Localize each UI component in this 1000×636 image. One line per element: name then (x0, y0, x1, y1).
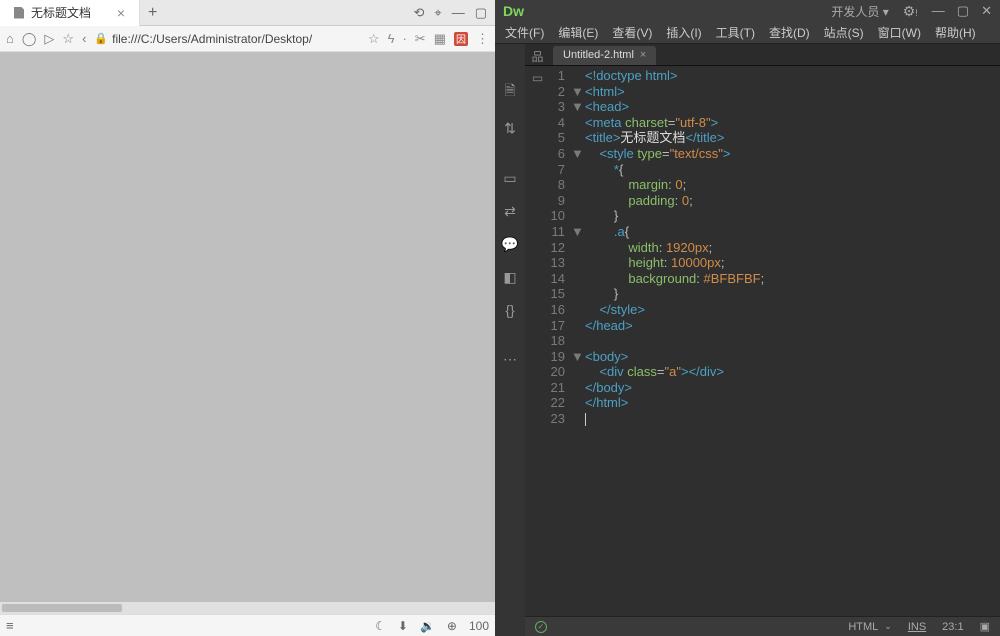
tool-file-icon[interactable]: 🗎 (504, 80, 515, 104)
sep: · (402, 31, 406, 46)
menu-site[interactable]: 站点(S) (824, 24, 864, 41)
menu-window[interactable]: 窗口(W) (878, 24, 921, 41)
menu-insert[interactable]: 插入(I) (666, 24, 701, 41)
lock-icon: 🔒 (94, 32, 108, 45)
caret (585, 413, 586, 426)
menu-help[interactable]: 帮助(H) (935, 24, 976, 41)
status-pos: 23:1 (942, 621, 963, 633)
qr-icon[interactable]: ▦ (434, 31, 446, 47)
menu-tools[interactable]: 工具(T) (716, 24, 755, 41)
menu-edit[interactable]: 编辑(E) (558, 24, 598, 41)
back-icon[interactable]: ‹ (82, 31, 86, 46)
zoom-value: 100 (469, 619, 489, 633)
tool-code-icon[interactable]: {} (505, 302, 514, 318)
browser-hscrollbar[interactable] (0, 602, 495, 614)
menu-file[interactable]: 文件(F) (505, 24, 544, 41)
tool-comment-icon[interactable]: 💬 (501, 236, 518, 253)
tool-filter-icon[interactable]: ⇅ (504, 120, 516, 137)
preview-icon[interactable]: ▭ (532, 71, 543, 85)
win-maximize-icon[interactable]: ▢ (957, 3, 969, 19)
menu-icon[interactable]: ≡ (6, 618, 14, 633)
tab-title: 无标题文档 (31, 4, 91, 21)
win-minimize-icon[interactable]: — (932, 3, 945, 19)
scroll-thumb[interactable] (2, 604, 122, 612)
more-icon[interactable]: ⋮ (476, 31, 489, 47)
new-tab-button[interactable]: + (140, 4, 165, 22)
stop-icon[interactable]: ▷ (44, 31, 54, 47)
browser-pane: 无标题文档 × + ⟲ ⌖ — ▢ ⌂ ◯ ▷ ☆ ‹ 🔒 file:///C:… (0, 0, 495, 636)
volume-icon[interactable]: 🔉 (420, 619, 435, 633)
file-tab-row: 品 ▭ Untitled-2.html × (525, 44, 1000, 66)
dw-vertical-toolbar: 🗎 ⇅ ▭ ⇄ 💬 ◧ {} ⋯ (495, 44, 525, 636)
dw-statusbar: ✓ HTML⌄ INS 23:1 ▣ (525, 616, 1000, 636)
win-close-icon[interactable]: ✕ (981, 3, 992, 19)
file-tab-close-icon[interactable]: × (640, 49, 646, 61)
dw-titlebar: Dw 开发人员 ▾ ⚙! — ▢ ✕ (495, 0, 1000, 22)
line-gutter: 1234567891011121314151617181920212223 (525, 68, 571, 616)
page-icon (14, 7, 24, 19)
menu-find[interactable]: 查找(D) (769, 24, 810, 41)
bolt-icon[interactable]: ϟ (388, 31, 395, 46)
status-ok-icon[interactable]: ✓ (535, 621, 547, 633)
dreamweaver-pane: Dw 开发人员 ▾ ⚙! — ▢ ✕ 文件(F) 编辑(E) 查看(V) 插入(… (495, 0, 1000, 636)
tool-device-icon[interactable]: ▭ (503, 170, 516, 187)
addr-right-icons: ☆ ϟ · ✂ ▦ 因 ⋮ (368, 31, 489, 47)
file-tab-label: Untitled-2.html (563, 49, 634, 61)
status-lang[interactable]: HTML (848, 621, 878, 633)
compass-icon[interactable]: ⌖ (434, 5, 441, 21)
editor-area: 品 ▭ Untitled-2.html × 123456789101112131… (525, 44, 1000, 636)
minimize-icon[interactable]: — (452, 5, 465, 21)
star-icon[interactable]: ☆ (62, 31, 74, 47)
url-text: file:///C:/Users/Administrator/Desktop/ (112, 32, 312, 46)
split-icon[interactable]: 品 (531, 48, 543, 65)
browser-viewport (0, 52, 495, 602)
tool-link-icon[interactable]: ⇄ (504, 203, 516, 220)
file-tab[interactable]: Untitled-2.html × (553, 46, 656, 65)
browser-address-bar: ⌂ ◯ ▷ ☆ ‹ 🔒 file:///C:/Users/Administrat… (0, 26, 495, 52)
dw-menubar: 文件(F) 编辑(E) 查看(V) 插入(I) 工具(T) 查找(D) 站点(S… (495, 22, 1000, 44)
app-root: 无标题文档 × + ⟲ ⌖ — ▢ ⌂ ◯ ▷ ☆ ‹ 🔒 file:///C:… (0, 0, 1000, 636)
browser-statusbar: ≡ ☾ ⬇ 🔉 ⊕ 100 (0, 614, 495, 636)
status-screen-icon[interactable]: ▣ (980, 620, 990, 633)
code-content[interactable]: <!doctype html><html><head><meta charset… (585, 68, 1000, 616)
tool-more-icon[interactable]: ⋯ (503, 351, 517, 368)
maximize-icon[interactable]: ▢ (475, 5, 487, 21)
browser-tabstrip: 无标题文档 × + ⟲ ⌖ — ▢ (0, 0, 495, 26)
ext-badge-icon[interactable]: 因 (454, 32, 468, 46)
menu-view[interactable]: 查看(V) (612, 24, 652, 41)
browser-window-controls: ⟲ ⌖ — ▢ (413, 5, 495, 21)
dw-logo: Dw (503, 3, 524, 19)
settings-gear-icon[interactable]: ⚙! (903, 3, 918, 20)
rate-star-icon[interactable]: ☆ (368, 31, 380, 47)
workspace-switcher[interactable]: 开发人员 ▾ (831, 3, 888, 20)
home-icon[interactable]: ⌂ (6, 31, 14, 46)
download-icon[interactable]: ⬇ (398, 619, 408, 633)
fold-gutter: ▼▼▼▼▼ (571, 68, 585, 616)
code-editor[interactable]: 1234567891011121314151617181920212223 ▼▼… (525, 66, 1000, 616)
zoom-icon[interactable]: ⊕ (447, 619, 457, 633)
url-field[interactable]: 🔒 file:///C:/Users/Administrator/Desktop… (94, 32, 359, 46)
close-tab-icon[interactable]: × (117, 6, 125, 20)
tool-guide-icon[interactable]: ◧ (503, 269, 516, 286)
browser-tab[interactable]: 无标题文档 × (0, 0, 140, 26)
moon-icon[interactable]: ☾ (375, 619, 386, 633)
sync-icon[interactable]: ⟲ (413, 5, 424, 21)
status-ins[interactable]: INS (908, 621, 926, 633)
scissors-icon[interactable]: ✂ (415, 31, 426, 47)
reload-icon[interactable]: ◯ (22, 31, 37, 47)
